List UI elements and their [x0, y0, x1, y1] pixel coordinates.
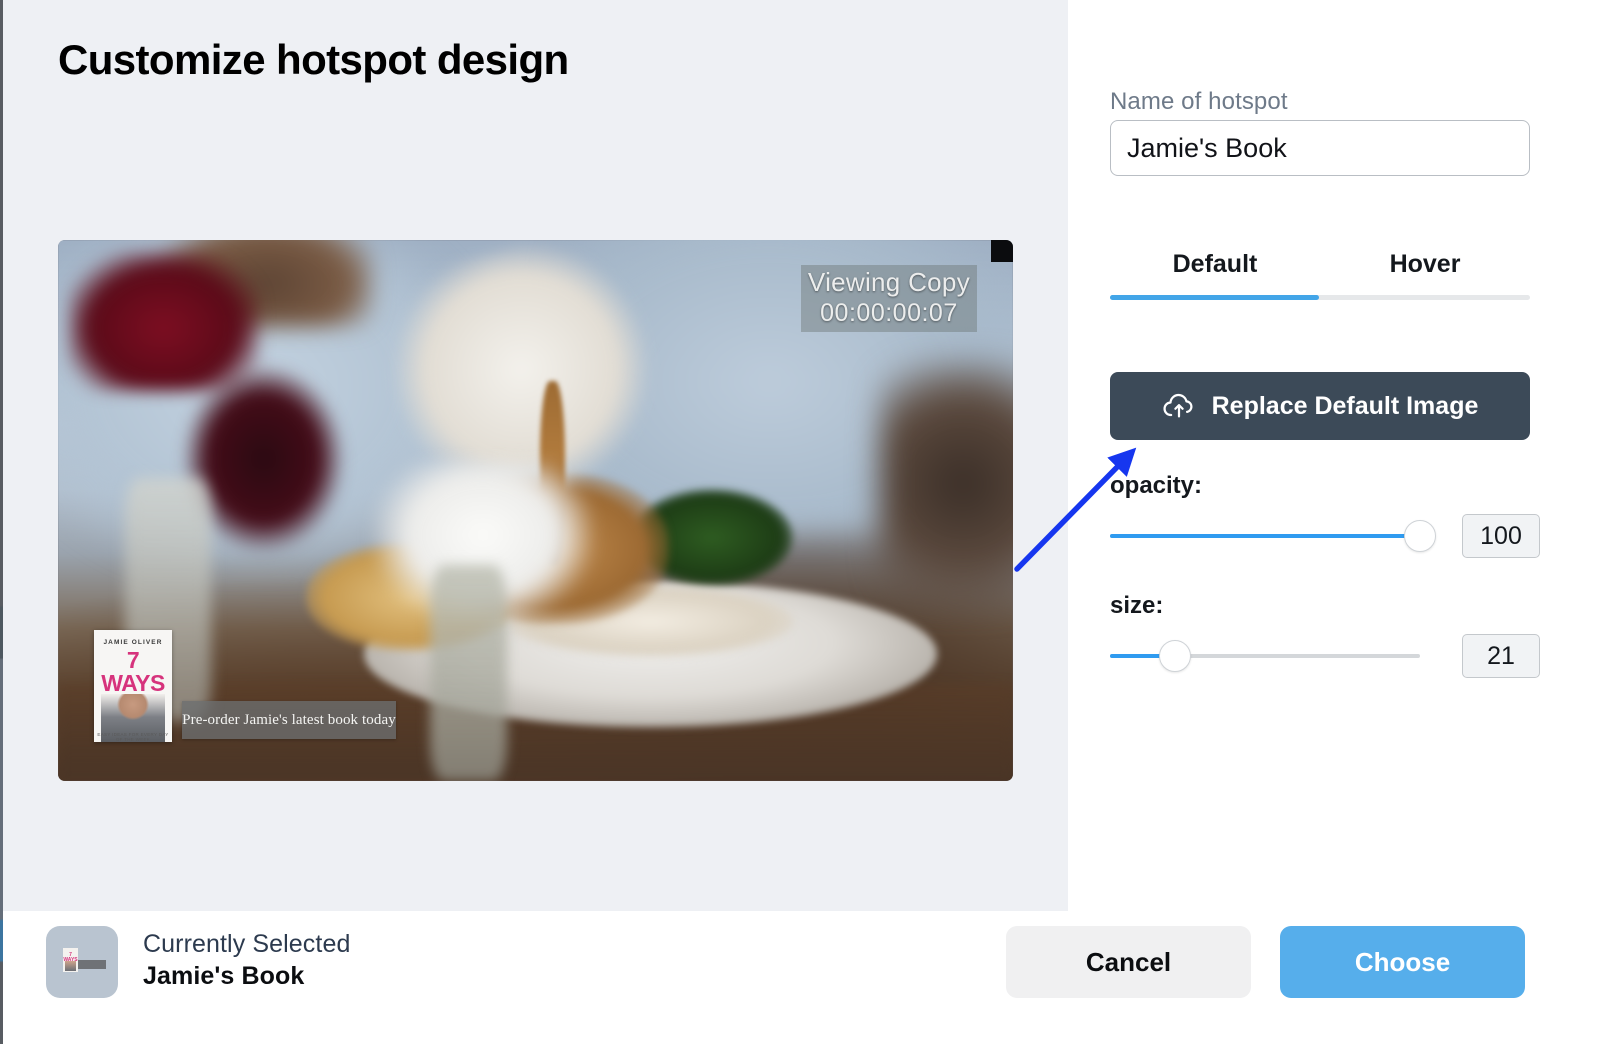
viewing-copy-label: Viewing Copy: [807, 267, 970, 297]
customize-hotspot-dialog: Customize hotspot design Viewing Copy 00…: [0, 0, 1600, 1044]
video-corner-marker: [991, 240, 1013, 262]
book-author: JAMIE OLIVER: [103, 639, 163, 646]
thumbnail-book-icon: 7 WAYS: [63, 948, 78, 972]
choose-button[interactable]: Choose: [1280, 926, 1525, 998]
currently-selected-label: Currently Selected: [143, 930, 351, 958]
state-tabs: Default Hover: [1110, 233, 1530, 295]
size-slider-track[interactable]: [1110, 640, 1420, 672]
video-rose: [67, 250, 259, 392]
name-of-hotspot-label: Name of hotspot: [1110, 88, 1288, 115]
opacity-slider-row: 100: [1110, 514, 1560, 558]
tab-hover[interactable]: Hover: [1320, 233, 1530, 295]
tab-active-indicator: [1110, 295, 1319, 300]
book-footer-text: EASY IDEAS FOR EVERY DAY OF THE WEEK: [97, 732, 169, 742]
preview-panel: Customize hotspot design Viewing Copy 00…: [3, 0, 1068, 911]
currently-selected-value: Jamie's Book: [143, 962, 305, 990]
opacity-slider-thumb[interactable]: [1404, 520, 1436, 552]
size-label: size:: [1110, 592, 1164, 619]
settings-panel: Name of hotspot Default Hover Replace De…: [1068, 0, 1600, 911]
thumbnail-book-photo: [65, 961, 76, 971]
opacity-label: opacity:: [1110, 472, 1203, 499]
opacity-slider-track[interactable]: [1110, 520, 1436, 552]
viewing-copy-overlay: Viewing Copy 00:00:00:07: [800, 265, 977, 333]
thumbnail-banner-icon: [78, 960, 106, 969]
hotspot-banner-text: Pre-order Jamie's latest book today: [182, 711, 396, 728]
replace-default-image-label: Replace Default Image: [1211, 391, 1479, 420]
cancel-button[interactable]: Cancel: [1006, 926, 1251, 998]
opacity-value-box[interactable]: 100: [1462, 514, 1540, 558]
replace-default-image-button[interactable]: Replace Default Image: [1110, 372, 1530, 440]
size-value-box[interactable]: 21: [1462, 634, 1540, 678]
size-slider-row: 21: [1110, 634, 1560, 678]
video-bottle-front: [430, 564, 507, 781]
tab-default[interactable]: Default: [1110, 233, 1320, 295]
hotspot-book-cover: JAMIE OLIVER 7 WAYS EASY IDEAS FOR EVERY…: [94, 630, 172, 742]
page-title: Customize hotspot design: [58, 36, 569, 83]
currently-selected-thumbnail: 7 WAYS: [46, 926, 118, 998]
dialog-footer: 7 WAYS Currently Selected Jamie's Book C…: [3, 911, 1600, 1044]
cloud-upload-icon: [1162, 389, 1196, 423]
hotspot-banner[interactable]: Pre-order Jamie's latest book today: [182, 701, 396, 739]
opacity-slider-fill: [1110, 534, 1420, 538]
book-title: 7 WAYS: [101, 647, 165, 696]
timecode-value: 00:00:00:07: [820, 299, 958, 328]
size-slider-thumb[interactable]: [1159, 640, 1192, 672]
hotspot-overlay[interactable]: JAMIE OLIVER 7 WAYS EASY IDEAS FOR EVERY…: [94, 630, 404, 745]
tab-track: [1110, 295, 1530, 300]
video-arm: [879, 359, 1013, 608]
hotspot-name-input[interactable]: [1110, 120, 1530, 176]
video-preview[interactable]: Viewing Copy 00:00:00:07 JAMIE OLIVER 7 …: [58, 240, 1013, 781]
